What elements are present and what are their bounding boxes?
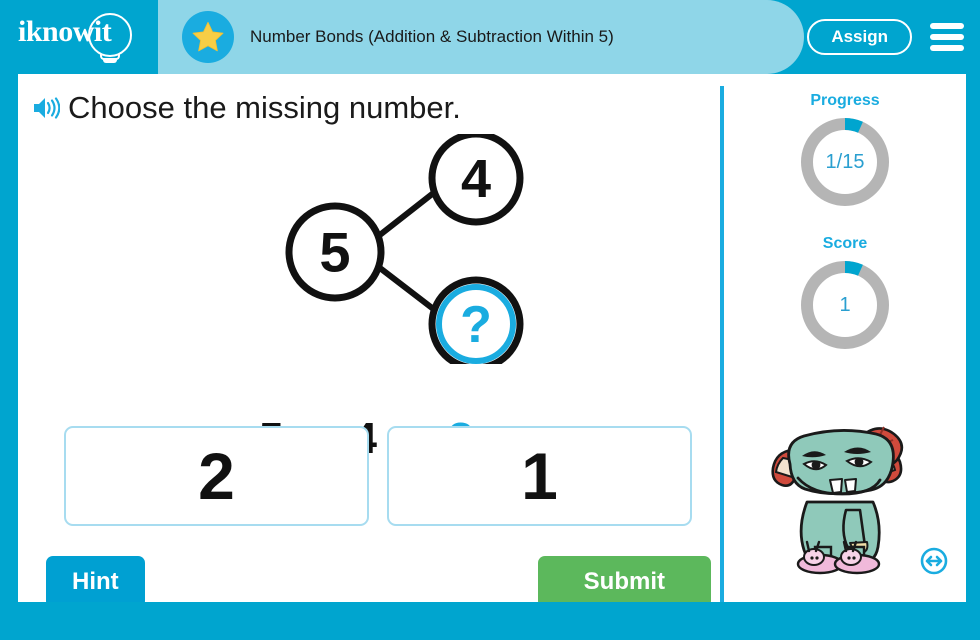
assign-button[interactable]: Assign — [807, 19, 912, 55]
progress-block: Progress 1/15 — [724, 92, 966, 210]
number-bond-diagram: 5 4 ? — [285, 134, 524, 364]
progress-value: 1/15 — [825, 150, 865, 173]
app-header: iknowit Number Bonds (Addition & Subtrac… — [0, 0, 980, 74]
status-sidebar: Progress 1/15 Score 1 — [724, 74, 966, 602]
right-frame-border — [966, 74, 980, 640]
action-bar: Hint Submit — [46, 556, 711, 608]
activity-title-band: Number Bonds (Addition & Subtraction Wit… — [158, 0, 804, 74]
activity-window: iknowit Number Bonds (Addition & Subtrac… — [0, 0, 980, 640]
bond-line-top — [373, 188, 439, 241]
answer-choice-1[interactable]: 2 — [64, 426, 369, 526]
answer-choices: 2 1 — [64, 426, 724, 526]
score-title: Score — [822, 235, 868, 252]
activity-title: Number Bonds (Addition & Subtraction Wit… — [250, 27, 614, 46]
resize-horizontal-arrow-icon[interactable] — [919, 546, 949, 576]
question-prompt: Choose the missing number. — [68, 90, 461, 125]
bond-part-bottom-value: ? — [460, 296, 492, 354]
star-icon — [192, 21, 224, 52]
score-value: 1 — [839, 293, 851, 316]
iknowit-logo[interactable]: iknowit — [0, 0, 158, 74]
speaker-audio-icon[interactable] — [32, 95, 60, 121]
answer-choice-label: 1 — [521, 439, 558, 513]
lightbulb-screw-icon — [103, 59, 117, 63]
panel-divider — [720, 86, 724, 602]
star-badge — [182, 11, 234, 63]
bond-whole-value: 5 — [319, 221, 350, 284]
logo-text: iknowit — [18, 15, 112, 48]
question-row: Choose the missing number. — [32, 92, 461, 123]
question-panel: Choose the missing number. 5 4 ? 5 – 4 =… — [18, 74, 720, 608]
monster-mascot-character — [771, 426, 904, 575]
answer-choice-2[interactable]: 1 — [387, 426, 692, 526]
score-ring: 1 — [797, 257, 893, 353]
hint-button[interactable]: Hint — [46, 556, 145, 608]
bond-part-top-value: 4 — [461, 149, 491, 209]
submit-button[interactable]: Submit — [537, 556, 711, 608]
bottom-frame-border — [0, 602, 980, 640]
bond-line-bottom — [373, 262, 439, 314]
progress-title: Progress — [810, 92, 880, 109]
answer-choice-label: 2 — [198, 439, 235, 513]
progress-ring: 1/15 — [797, 114, 893, 210]
hamburger-menu-icon[interactable] — [930, 23, 964, 51]
header-actions: Assign — [807, 0, 980, 74]
score-block: Score 1 — [724, 235, 966, 353]
left-frame-border — [0, 74, 18, 640]
